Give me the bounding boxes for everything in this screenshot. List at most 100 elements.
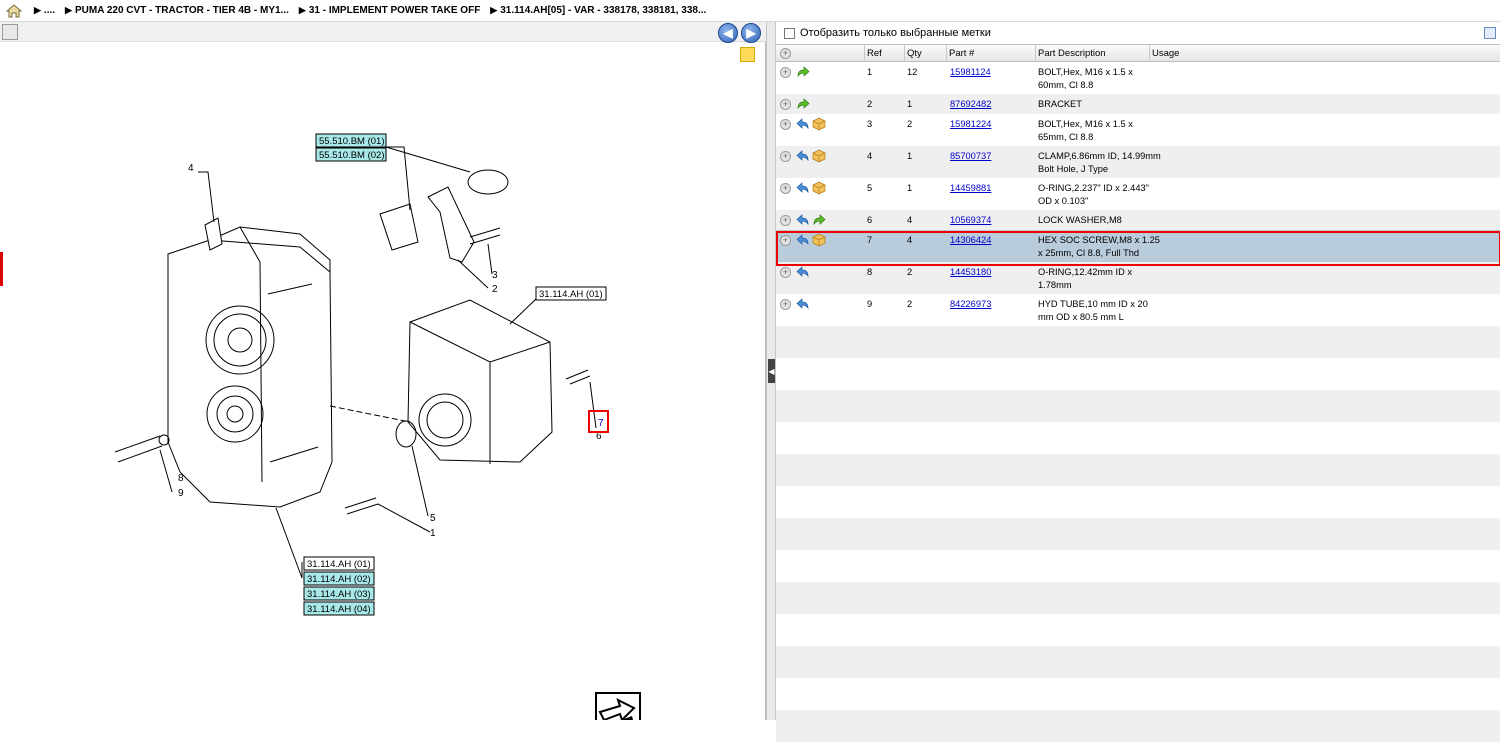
table-row[interactable]: +4 1 85700737 CLAMP,6.86mm ID, 14.99mm Bolt … bbox=[776, 146, 1500, 178]
list-view-icon[interactable] bbox=[1484, 27, 1496, 39]
blue-return-icon[interactable] bbox=[796, 233, 810, 247]
column-usage[interactable]: Usage bbox=[1149, 45, 1500, 62]
pane-splitter[interactable]: ◀ bbox=[766, 22, 776, 720]
export-icon[interactable] bbox=[2, 24, 18, 40]
package-icon[interactable] bbox=[812, 117, 826, 131]
row-qty: 2 bbox=[907, 119, 913, 129]
part-number-link[interactable]: 14306424 bbox=[950, 234, 991, 247]
row-qty: 12 bbox=[907, 67, 918, 77]
breadcrumb: ▶.... ▶ PUMA 220 CVT - TRACTOR - TIER 4B … bbox=[0, 0, 1500, 22]
blue-return-icon[interactable] bbox=[796, 117, 810, 131]
ref-label-31114ah-03[interactable]: 31.114.AH (03) bbox=[307, 589, 371, 600]
callout-1[interactable]: 1 bbox=[430, 528, 436, 539]
part-number-link[interactable]: 85700737 bbox=[950, 150, 991, 163]
row-description-line2: x 25mm, Cl 8.8, Full Thd bbox=[1038, 248, 1140, 258]
column-ref[interactable]: Ref bbox=[864, 45, 904, 62]
blue-return-icon[interactable] bbox=[796, 297, 810, 311]
package-icon[interactable] bbox=[812, 181, 826, 195]
ref-label-31114ah-04[interactable]: 31.114.AH (04) bbox=[307, 604, 371, 615]
diagram-pane: ◀ ▶ 1 2 3 4 5 6 7 8 9 55.510.BM (01) 55.… bbox=[0, 22, 766, 720]
callout-9[interactable]: 9 bbox=[178, 488, 184, 499]
row-qty: 1 bbox=[907, 183, 913, 193]
show-selected-only-checkbox[interactable] bbox=[784, 27, 795, 39]
callout-8[interactable]: 8 bbox=[178, 473, 184, 484]
ref-label-55510bm-02[interactable]: 55.510.BM (02) bbox=[319, 150, 384, 161]
part-number-link[interactable]: 14453180 bbox=[950, 266, 991, 279]
expand-all-icon[interactable]: + bbox=[780, 48, 791, 59]
row-qty: 2 bbox=[907, 267, 913, 277]
column-part-number[interactable]: Part # bbox=[946, 45, 1036, 62]
breadcrumb-item-section[interactable]: ▶ 31 - IMPLEMENT POWER TAKE OFF bbox=[299, 5, 480, 16]
package-icon[interactable] bbox=[812, 149, 826, 163]
breadcrumb-item-model[interactable]: ▶ PUMA 220 CVT - TRACTOR - TIER 4B - MY1.… bbox=[65, 5, 289, 16]
callout-3[interactable]: 3 bbox=[492, 270, 498, 281]
table-row[interactable]: +2 1 87692482 BRACKET bbox=[776, 94, 1500, 114]
expand-row-icon[interactable]: + bbox=[780, 151, 791, 162]
package-icon[interactable] bbox=[812, 233, 826, 247]
callout-5[interactable]: 5 bbox=[430, 513, 436, 524]
row-description: HYD TUBE,10 mm ID x 20 bbox=[1038, 299, 1148, 309]
home-icon[interactable] bbox=[4, 2, 24, 20]
ref-label-cover[interactable]: 31.114.AH (01) bbox=[539, 289, 603, 300]
row-description: O-RING,2.237" ID x 2.443" bbox=[1038, 183, 1149, 193]
row-ref: 1 bbox=[867, 67, 873, 77]
blue-return-icon[interactable] bbox=[796, 213, 810, 227]
blue-return-icon[interactable] bbox=[796, 181, 810, 195]
row-ref: 5 bbox=[867, 183, 873, 193]
callout-7[interactable]: 7 bbox=[598, 418, 604, 429]
row-description-line2: 65mm, Cl 8.8 bbox=[1038, 132, 1094, 142]
expand-row-icon[interactable]: + bbox=[780, 299, 791, 310]
green-arrow-icon[interactable] bbox=[796, 97, 810, 111]
breadcrumb-item-group[interactable]: ▶ 31.114.AH[05] - VAR - 338178, 338181, 3… bbox=[490, 5, 706, 16]
row-description-line2: 1.78mm bbox=[1038, 280, 1072, 290]
part-number-link[interactable]: 15981224 bbox=[950, 118, 991, 131]
callout-4[interactable]: 4 bbox=[188, 163, 194, 174]
table-row[interactable]: +6 4 10569374 LOCK WASHER,M8 bbox=[776, 210, 1500, 230]
ref-label-31114ah-01[interactable]: 31.114.AH (01) bbox=[307, 559, 371, 570]
row-qty: 4 bbox=[907, 235, 913, 245]
grid-header: + Ref Qty Part # Part Description Usage bbox=[776, 44, 1500, 62]
part-number-link[interactable]: 14459881 bbox=[950, 182, 991, 195]
empty-row bbox=[776, 518, 1500, 550]
part-number-link[interactable]: 87692482 bbox=[950, 98, 991, 111]
blue-return-icon[interactable] bbox=[796, 265, 810, 279]
green-arrow-icon[interactable] bbox=[796, 65, 810, 79]
callout-2[interactable]: 2 bbox=[492, 284, 498, 295]
empty-row bbox=[776, 358, 1500, 390]
row-description: LOCK WASHER,M8 bbox=[1038, 215, 1122, 225]
part-number-link[interactable]: 10569374 bbox=[950, 214, 991, 227]
table-row[interactable]: +1 12 15981124 BOLT,Hex, M16 x 1.5 x 60mm, C… bbox=[776, 62, 1500, 94]
expand-row-icon[interactable]: + bbox=[780, 183, 791, 194]
empty-row bbox=[776, 326, 1500, 358]
expand-row-icon[interactable]: + bbox=[780, 67, 791, 78]
ref-label-31114ah-02[interactable]: 31.114.AH (02) bbox=[307, 574, 371, 585]
ref-label-55510bm-01[interactable]: 55.510.BM (01) bbox=[319, 136, 384, 147]
column-description[interactable]: Part Description bbox=[1035, 45, 1150, 62]
breadcrumb-item-root[interactable]: ▶.... bbox=[34, 5, 55, 16]
expand-row-icon[interactable]: + bbox=[780, 119, 791, 130]
next-icon[interactable]: ▶ bbox=[741, 23, 761, 43]
blue-return-icon[interactable] bbox=[796, 149, 810, 163]
expand-row-icon[interactable]: + bbox=[780, 215, 791, 226]
table-row[interactable]: +9 2 84226973 HYD TUBE,10 mm ID x 20 mm OD x… bbox=[776, 294, 1500, 326]
row-ref: 8 bbox=[867, 267, 873, 277]
row-description-line2: Bolt Hole, J Type bbox=[1038, 164, 1109, 174]
row-description: O-RING,12.42mm ID x bbox=[1038, 267, 1133, 277]
column-qty[interactable]: Qty bbox=[904, 45, 946, 62]
empty-row bbox=[776, 486, 1500, 518]
expand-row-icon[interactable]: + bbox=[780, 99, 791, 110]
table-row[interactable]: +8 2 14453180 O-RING,12.42mm ID x 1.78mm bbox=[776, 262, 1500, 294]
green-arrow-icon[interactable] bbox=[812, 213, 826, 227]
part-number-link[interactable]: 84226973 bbox=[950, 298, 991, 311]
part-number-link[interactable]: 15981124 bbox=[950, 66, 991, 79]
row-qty: 4 bbox=[907, 215, 913, 225]
expand-row-icon[interactable]: + bbox=[780, 235, 791, 246]
row-description-line2: mm OD x 80.5 mm L bbox=[1038, 312, 1124, 322]
table-row[interactable]: +3 2 15981224 BOLT,Hex, M16 x 1.5 x 65mm, Cl… bbox=[776, 114, 1500, 146]
previous-icon[interactable]: ◀ bbox=[718, 23, 738, 43]
expand-row-icon[interactable]: + bbox=[780, 267, 791, 278]
table-row[interactable]: +5 1 14459881 O-RING,2.237" ID x 2.443" OD x… bbox=[776, 178, 1500, 210]
table-row[interactable]: +7 4 14306424 HEX SOC SCREW,M8 x 1.25 x 25mm… bbox=[776, 230, 1500, 262]
next-page-arrow-icon[interactable] bbox=[595, 692, 641, 720]
collapse-icon[interactable]: ◀ bbox=[768, 359, 775, 383]
